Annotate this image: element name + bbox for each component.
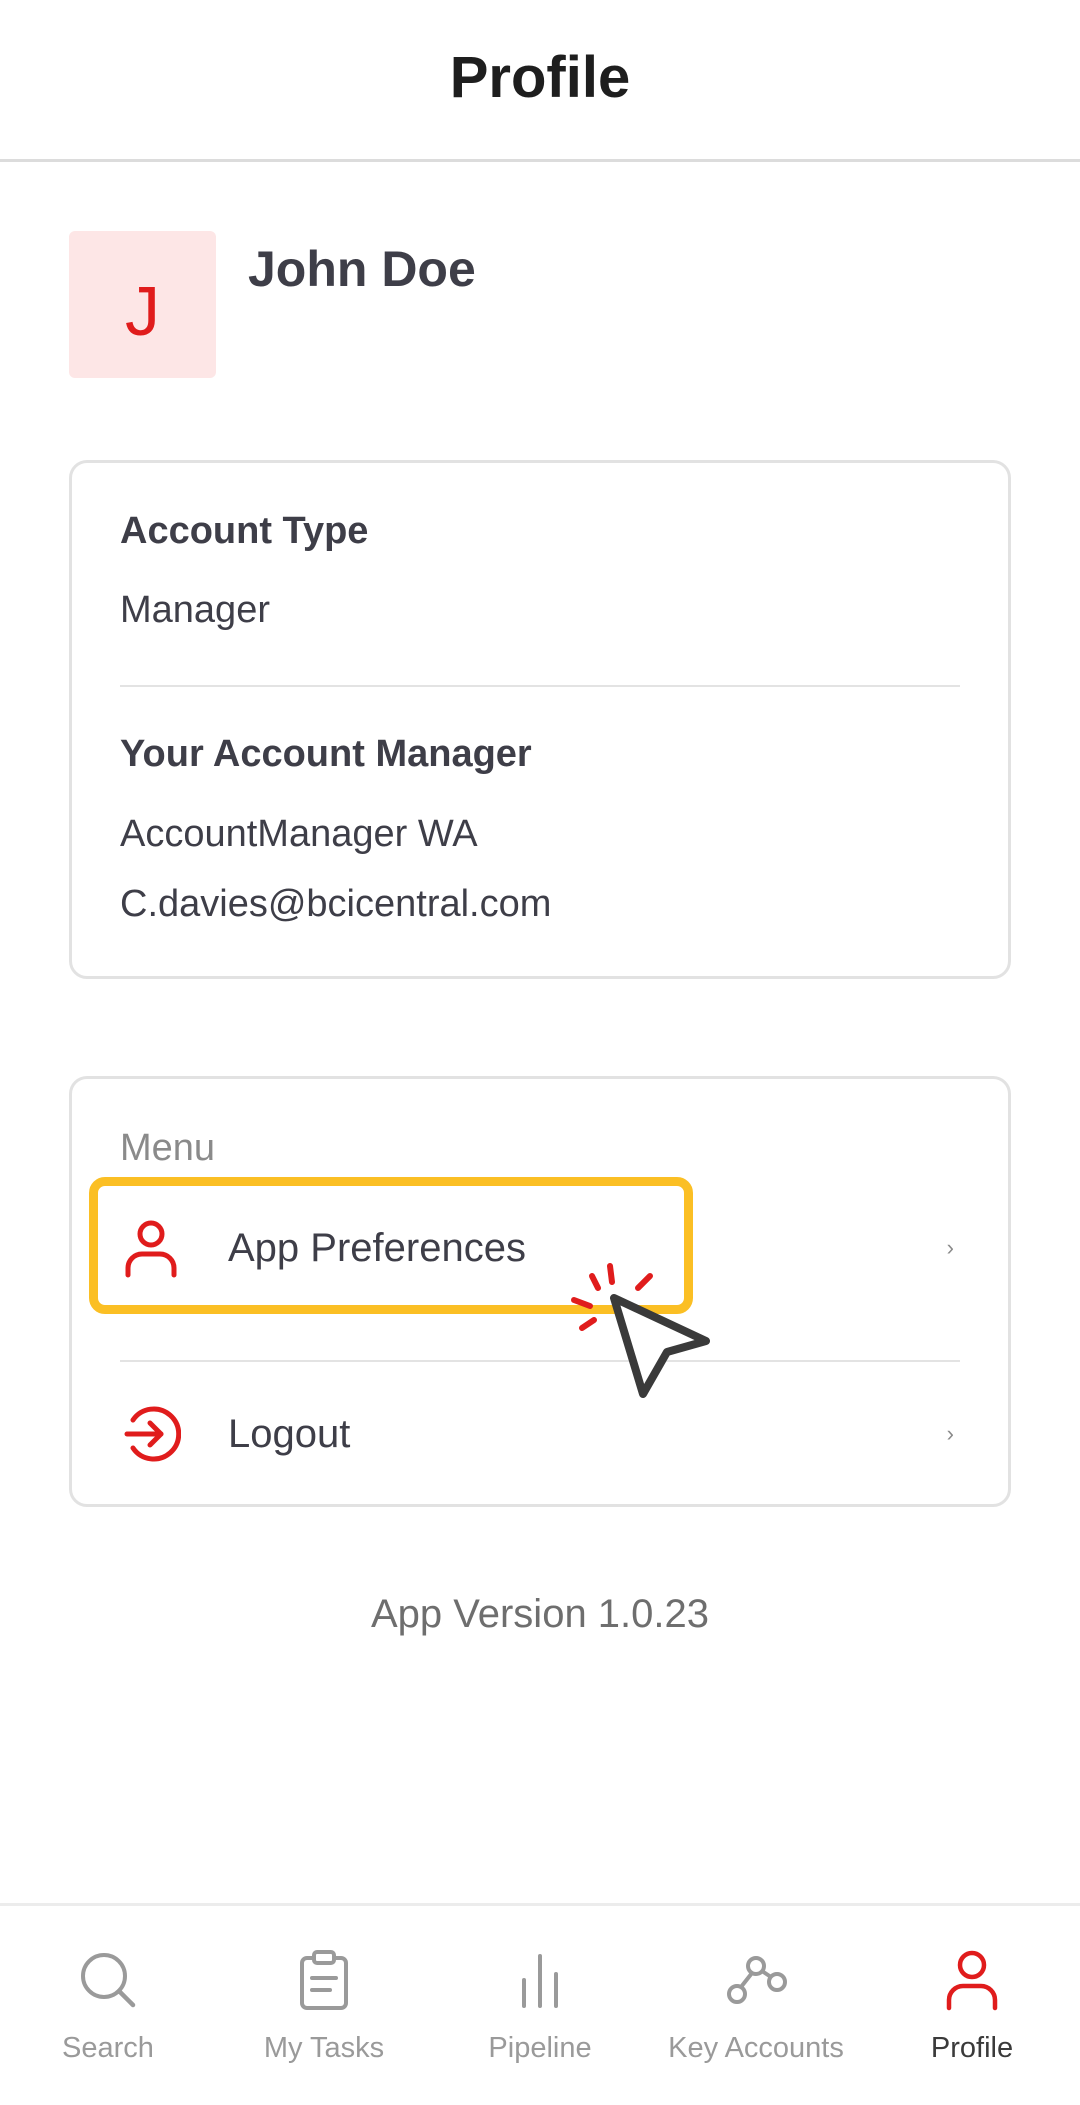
chevron-right-icon: › xyxy=(946,1421,954,1446)
app-header: Profile xyxy=(0,0,1080,162)
menu-heading: Menu xyxy=(120,1127,216,1169)
account-card: Account Type Manager Your Account Manage… xyxy=(69,460,1011,979)
nav-label: Pipeline xyxy=(488,2032,592,2064)
avatar: J xyxy=(69,231,216,378)
nav-label: Search xyxy=(62,2032,154,2064)
user-icon xyxy=(120,1217,182,1279)
page-title: Profile xyxy=(449,45,631,110)
chevron-right-icon: › xyxy=(946,1235,954,1260)
nav-item-my-tasks[interactable]: My Tasks xyxy=(216,1906,432,2105)
bar-chart-icon xyxy=(508,1948,572,2012)
nav-item-key-accounts[interactable]: Key Accounts xyxy=(648,1906,864,2105)
search-icon xyxy=(76,1948,140,2012)
account-type-value: Manager xyxy=(120,589,270,631)
user-name: John Doe xyxy=(248,241,476,297)
nav-item-pipeline[interactable]: Pipeline xyxy=(432,1906,648,2105)
menu-item-logout[interactable]: Logout › xyxy=(120,1384,960,1484)
logout-icon xyxy=(120,1403,182,1465)
menu-item-label: Logout xyxy=(228,1411,351,1456)
bottom-nav: Search My Tasks Pipeline Key Accounts Pr… xyxy=(0,1903,1080,2105)
profile-screen: Profile J John Doe Account Type Manager … xyxy=(0,0,1080,2105)
nav-label: Key Accounts xyxy=(668,2032,844,2064)
clipboard-icon xyxy=(292,1948,356,2012)
divider xyxy=(120,685,960,687)
menu-item-app-preferences[interactable]: App Preferences › xyxy=(120,1198,960,1298)
menu-card: Menu App Preferences › Logout › xyxy=(69,1076,1011,1507)
menu-item-label: App Preferences xyxy=(228,1225,526,1270)
divider xyxy=(120,1360,960,1362)
account-manager-label: Your Account Manager xyxy=(120,733,532,775)
network-icon xyxy=(724,1948,788,2012)
nav-label: My Tasks xyxy=(263,2032,385,2064)
nav-item-profile[interactable]: Profile xyxy=(864,1906,1080,2105)
avatar-initial: J xyxy=(125,271,160,350)
account-manager-email[interactable]: C.davies@bcicentral.com xyxy=(120,883,551,926)
nav-label: Profile xyxy=(930,2032,1014,2064)
account-manager-name: AccountManager WA xyxy=(120,813,478,855)
account-type-label: Account Type xyxy=(120,510,369,552)
app-version: App Version 1.0.23 xyxy=(370,1592,710,1636)
nav-item-search[interactable]: Search xyxy=(0,1906,216,2105)
user-icon xyxy=(940,1948,1004,2012)
